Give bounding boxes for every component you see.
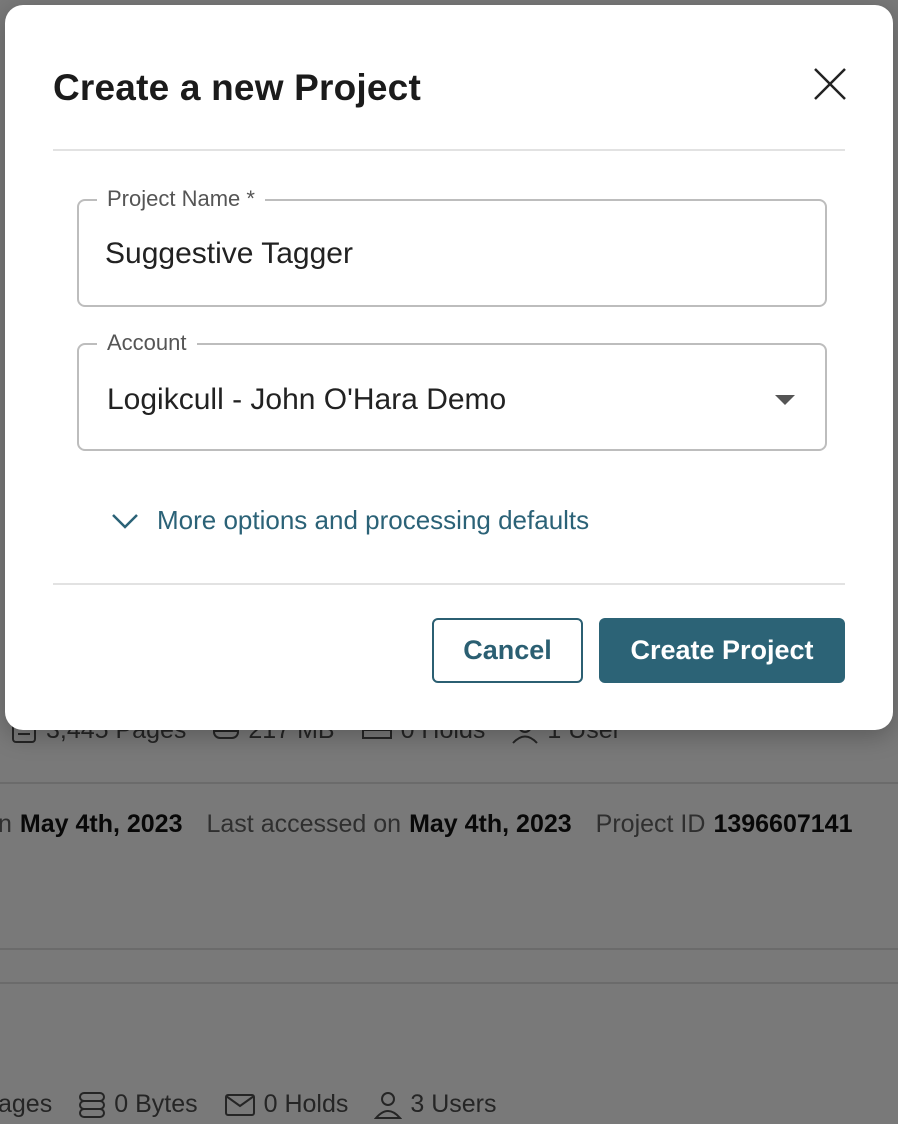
- required-marker: *: [246, 186, 255, 211]
- header-divider: [53, 149, 845, 151]
- close-icon: [814, 68, 846, 100]
- footer-divider: [53, 583, 845, 585]
- more-options-toggle[interactable]: More options and processing defaults: [111, 505, 589, 536]
- project-name-label: Project Name *: [97, 184, 265, 214]
- project-name-label-text: Project Name: [107, 186, 241, 211]
- account-select[interactable]: Account Logikcull - John O'Hara Demo: [77, 328, 827, 451]
- create-project-dialog: Create a new Project Project Name * Acco…: [5, 5, 893, 730]
- chevron-down-icon: [112, 513, 138, 529]
- close-button[interactable]: [808, 62, 852, 106]
- cancel-button[interactable]: Cancel: [432, 618, 583, 683]
- dialog-title: Create a new Project: [53, 67, 421, 108]
- create-project-button[interactable]: Create Project: [599, 618, 845, 683]
- more-options-label: More options and processing defaults: [157, 505, 590, 535]
- project-name-field: Project Name *: [77, 184, 827, 307]
- account-label: Account: [97, 328, 197, 358]
- project-name-input[interactable]: [105, 231, 805, 277]
- caret-down-icon: [775, 395, 795, 405]
- account-selected-value: Logikcull - John O'Hara Demo: [107, 383, 507, 416]
